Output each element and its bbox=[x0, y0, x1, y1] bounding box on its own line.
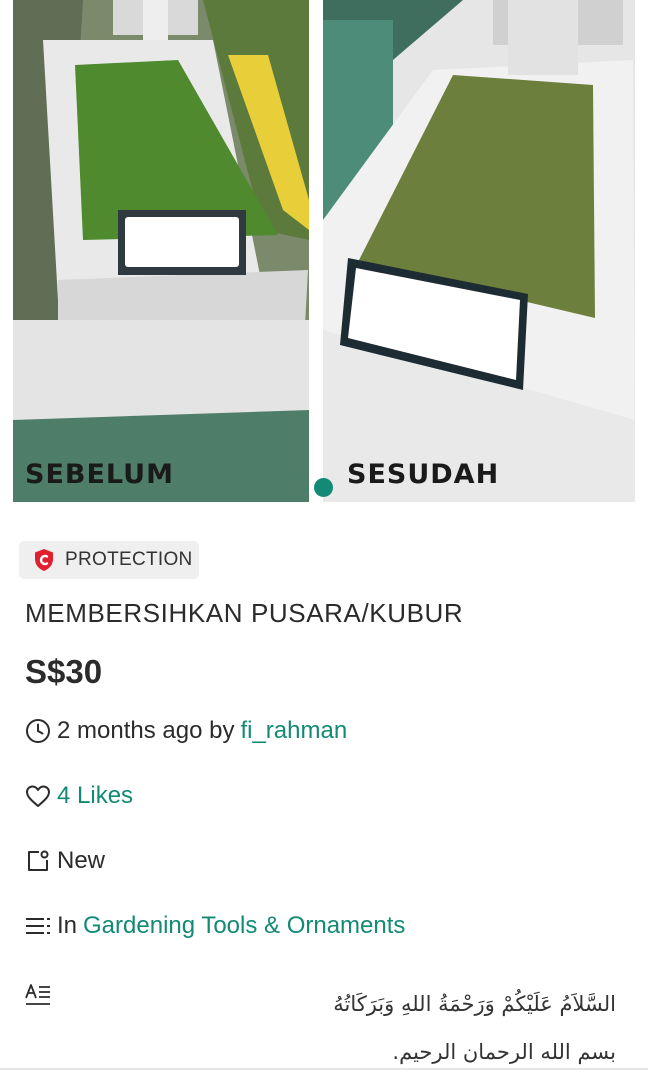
protection-label: PROTECTION bbox=[65, 549, 193, 570]
category-link[interactable]: Gardening Tools & Ornaments bbox=[83, 912, 405, 940]
category-prefix: In bbox=[57, 912, 78, 939]
seller-link[interactable]: fi_rahman bbox=[240, 717, 347, 745]
grave-before-image bbox=[13, 0, 309, 502]
condition-label: New bbox=[57, 847, 106, 874]
protection-badge[interactable]: PROTECTION bbox=[19, 541, 199, 579]
before-label: SEBELUM bbox=[25, 459, 174, 490]
likes-row[interactable]: 4 Likes bbox=[24, 782, 133, 810]
carousel-indicator[interactable] bbox=[314, 478, 333, 497]
listing-title: MEMBERSIHKAN PUSARA/KUBUR bbox=[25, 598, 464, 628]
listing-description: السَّلاَمُ عَلَيْكُمْ وَرَحْمَةُ اللهِ و… bbox=[96, 980, 616, 1076]
condition-row: New bbox=[24, 847, 105, 875]
clock-icon bbox=[24, 717, 52, 745]
after-photo[interactable]: SESUDAH bbox=[323, 0, 635, 502]
likes-count[interactable]: 4 Likes bbox=[57, 782, 133, 810]
description-line: السَّلاَمُ عَلَيْكُمْ وَرَحْمَةُ اللهِ و… bbox=[333, 992, 616, 1016]
shield-icon bbox=[35, 549, 53, 571]
heart-icon[interactable] bbox=[24, 782, 52, 810]
grave-after-image bbox=[323, 0, 635, 502]
photo-gallery[interactable]: SEBELUM SESUDAH bbox=[0, 0, 648, 510]
divider bbox=[0, 1068, 648, 1070]
after-label: SESUDAH bbox=[347, 459, 500, 490]
posted-time-row: 2 months ago by fi_rahman bbox=[24, 717, 347, 745]
listing-price: S$30 bbox=[25, 653, 103, 690]
tag-icon bbox=[24, 847, 52, 875]
translate-icon[interactable] bbox=[24, 982, 52, 1008]
category-row: In Gardening Tools & Ornaments bbox=[24, 912, 405, 940]
before-photo[interactable]: SEBELUM bbox=[13, 0, 309, 502]
posted-time: 2 months ago by bbox=[57, 717, 235, 744]
list-icon bbox=[24, 912, 52, 940]
